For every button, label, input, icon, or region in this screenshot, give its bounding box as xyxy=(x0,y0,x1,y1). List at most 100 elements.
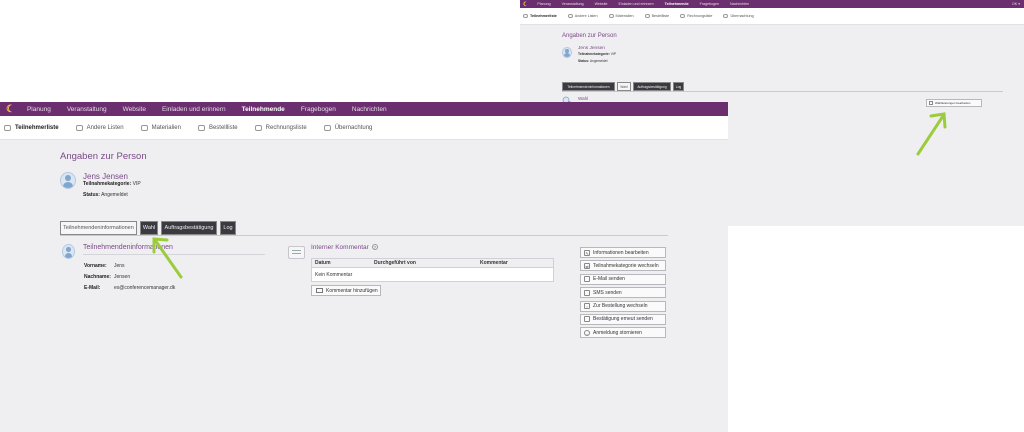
send-sms-button[interactable]: SMS senden xyxy=(580,287,666,299)
subnav-andere-listen[interactable]: Andere Listen xyxy=(75,124,124,131)
comment-title-label: Interner Kommentar xyxy=(311,244,369,251)
sms-icon xyxy=(584,289,590,296)
tab-teilnehmendeninformationen[interactable]: Teilnehmendeninformationen xyxy=(60,221,137,235)
help-icon[interactable]: ? xyxy=(371,244,378,251)
nav-item-website[interactable]: Website xyxy=(595,2,608,6)
tab-log[interactable]: Log xyxy=(220,221,236,235)
go-to-order-button[interactable]: › Zur Bestellung wechseln xyxy=(580,300,666,312)
order-list-icon xyxy=(197,124,205,131)
nav-item-nachrichten[interactable]: Nachrichten xyxy=(352,106,387,113)
page-title: Angaben zur Person xyxy=(60,151,147,162)
subnav-label: Rechnungsliste xyxy=(265,124,307,131)
subnav-andere-listen[interactable]: Andere Listen xyxy=(567,14,598,18)
nav-item-nachrichten[interactable]: Nachrichten xyxy=(730,2,749,6)
wahl-section-title: Wahl xyxy=(578,96,589,101)
subnav-teilnehmerliste[interactable]: Teilnehmerliste xyxy=(523,14,557,18)
action-button-list: ✎ Informationen bearbeiten ⇄ Teilnahmekate… xyxy=(580,247,666,341)
tab-log[interactable]: Log xyxy=(673,82,684,91)
subnav-materialien[interactable]: Materialien xyxy=(608,14,634,18)
action-label: E-Mail senden xyxy=(593,276,625,283)
subnav-bestellliste[interactable]: Bestellliste xyxy=(644,14,670,18)
sub-navigation: Teilnehmerliste Andere Listen Materialie… xyxy=(520,8,1024,25)
app-logo-icon[interactable]: ☾ xyxy=(523,1,528,8)
field-vorname: Vorname: Jens xyxy=(84,263,125,269)
main-screenshot-panel: ☾ Planung Veranstaltung Website Einladen… xyxy=(0,102,728,432)
subnav-materialien[interactable]: Materialien xyxy=(140,124,181,131)
material-icon xyxy=(140,124,148,131)
bed-icon xyxy=(323,124,331,131)
participant-info-icon xyxy=(62,244,75,259)
tab-divider xyxy=(562,91,1003,92)
resend-confirmation-button[interactable]: Bestätigung erneut senden xyxy=(580,313,666,325)
subnav-rechnungsliste[interactable]: Rechnungsliste xyxy=(254,124,307,131)
change-category-button[interactable]: ⇄ Teilnahmekategorie wechseln xyxy=(580,260,666,272)
empty-comment-row: Kein Kommentar xyxy=(315,271,353,278)
edit-icon: ✎ xyxy=(584,249,590,256)
edit-wahl-label: Wahlleistungen bearbeiten xyxy=(935,101,971,105)
person-name: Jens Jensen xyxy=(578,46,605,51)
nav-item-teilnehmende[interactable]: Teilnehmende xyxy=(665,2,689,6)
nav-item-planung[interactable]: Planung xyxy=(27,106,51,113)
nav-item-veranstaltung[interactable]: Veranstaltung xyxy=(562,2,584,6)
subnav-label: Materialien xyxy=(615,14,634,18)
status-value: Angemeldet xyxy=(101,192,128,198)
app-logo-icon[interactable]: ☾ xyxy=(6,104,15,115)
column-header: Datum xyxy=(315,260,331,266)
nav-item-einladen[interactable]: Einladen und erinnern xyxy=(162,106,226,113)
field-value: Jensen xyxy=(114,274,131,280)
subnav-teilnehmerliste[interactable]: Teilnehmerliste xyxy=(4,124,59,131)
tab-wahl[interactable]: Wahl xyxy=(140,221,158,235)
invoice-icon xyxy=(254,124,262,131)
person-name: Jens Jensen xyxy=(83,172,128,181)
subnav-label: Teilnehmerliste xyxy=(15,124,59,131)
subnav-uebernachtung[interactable]: Übernachtung xyxy=(723,14,754,18)
comment-section-title: Interner Kommentar? xyxy=(311,244,378,251)
nav-item-veranstaltung[interactable]: Veranstaltung xyxy=(67,106,107,113)
comment-icon xyxy=(288,246,305,259)
tab-auftragsbestaetigung[interactable]: Auftragsbestätigung xyxy=(161,221,217,235)
person-category: Teilnahmekategorie: VIP xyxy=(83,181,141,187)
subnav-bestellliste[interactable]: Bestellliste xyxy=(197,124,238,131)
nav-item-website[interactable]: Website xyxy=(123,106,146,113)
page-title: Angaben zur Person xyxy=(562,33,617,39)
edit-info-button[interactable]: ✎ Informationen bearbeiten xyxy=(580,247,666,258)
order-list-icon xyxy=(644,14,650,18)
subnav-uebernachtung[interactable]: Übernachtung xyxy=(323,124,372,131)
language-selector[interactable]: DK ▾ xyxy=(1012,2,1020,6)
subnav-label: Bestellliste xyxy=(651,14,670,18)
tab-teilnehmendeninformationen[interactable]: Teilnehmendeninformationen xyxy=(562,82,615,91)
subnav-rechnungsliste[interactable]: Rechnungsliste xyxy=(680,14,712,18)
add-comment-button[interactable]: Kommentar hinzufügen xyxy=(311,285,381,296)
sub-navigation: Teilnehmerliste Andere Listen Materialie… xyxy=(0,116,728,140)
status-value: Angemeldet xyxy=(589,59,608,63)
nav-item-teilnehmende[interactable]: Teilnehmende xyxy=(242,106,285,113)
field-nachname: Nachname: Jensen xyxy=(84,274,130,280)
person-avatar-icon xyxy=(60,172,76,189)
top-navigation: ☾ Planung Veranstaltung Website Einladen… xyxy=(0,102,728,116)
subnav-label: Rechnungsliste xyxy=(687,14,713,18)
bed-icon xyxy=(723,14,729,18)
material-icon xyxy=(608,14,614,18)
action-label: Informationen bearbeiten xyxy=(593,249,649,256)
send-email-button[interactable]: E-Mail senden xyxy=(580,273,666,285)
subnav-label: Übernachtung xyxy=(730,14,754,18)
column-header: Kommentar xyxy=(480,260,508,266)
subnav-label: Andere Listen xyxy=(574,14,598,18)
nav-item-einladen[interactable]: Einladen und erinnern xyxy=(619,2,654,6)
nav-item-planung[interactable]: Planung xyxy=(537,2,550,6)
tab-auftragsbestaetigung[interactable]: Auftragsbestätigung xyxy=(633,82,671,91)
subnav-label: Bestellliste xyxy=(208,124,238,131)
action-label: Teilnahmekategorie wechseln xyxy=(593,262,659,269)
category-value: VIP xyxy=(610,52,617,56)
cart-icon: › xyxy=(584,303,590,310)
arrow-annotation-icon xyxy=(152,237,183,279)
nav-item-fragebogen[interactable]: Fragebogen xyxy=(700,2,719,6)
cancel-registration-button[interactable]: – Anmeldung stornieren xyxy=(580,327,666,339)
people-icon xyxy=(4,124,11,131)
field-email: E-Mail: ex@conferencemanager.dk xyxy=(84,285,175,291)
add-comment-label: Kommentar hinzufügen xyxy=(326,287,378,294)
screenshot-stage: ☾ Planung Veranstaltung Website Einladen… xyxy=(0,0,1024,432)
nav-item-fragebogen[interactable]: Fragebogen xyxy=(301,106,336,113)
mail-icon xyxy=(584,316,590,323)
tab-wahl[interactable]: Wahl xyxy=(617,82,631,91)
